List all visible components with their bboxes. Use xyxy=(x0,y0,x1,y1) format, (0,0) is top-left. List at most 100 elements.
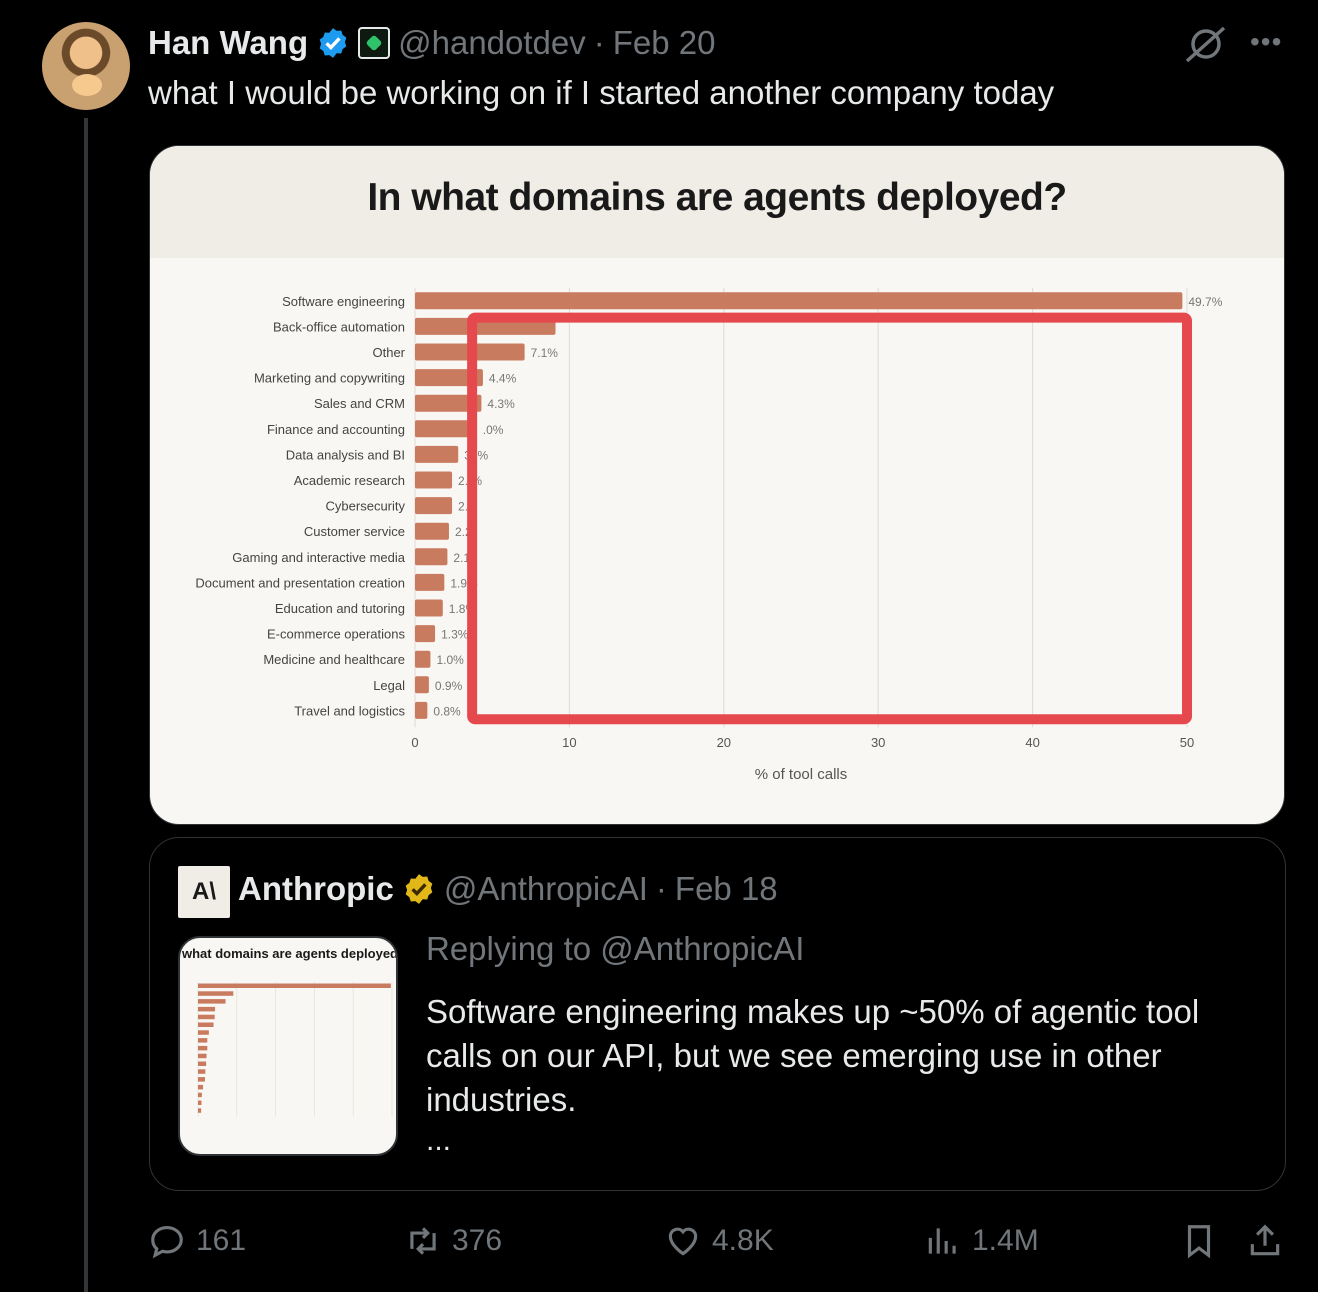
thumb-bar xyxy=(198,1045,208,1051)
grok-icon[interactable] xyxy=(1184,24,1228,64)
thread-line xyxy=(84,118,88,1292)
highlight-rectangle xyxy=(467,312,1192,725)
anthropic-logo-icon[interactable]: A\ xyxy=(178,866,230,918)
tweet-date[interactable]: Feb 20 xyxy=(613,24,716,62)
thumb-bar xyxy=(198,983,391,988)
verified-badge-icon[interactable] xyxy=(316,26,350,60)
category-label: Sales and CRM xyxy=(314,396,405,411)
bar xyxy=(415,497,453,515)
data-label: 4.3% xyxy=(487,397,515,411)
data-label: 1.3% xyxy=(441,628,469,642)
x-tick-label: 30 xyxy=(871,735,885,750)
bar xyxy=(415,676,429,694)
category-label: Gaming and interactive media xyxy=(232,550,405,565)
like-button[interactable]: 4.8K xyxy=(664,1222,774,1260)
category-label: Legal xyxy=(373,678,405,693)
quote-author-name[interactable]: Anthropic xyxy=(238,870,394,908)
bar xyxy=(415,701,428,719)
bar-chart: 0 10 20 30 40 50 Software engineering 49.7% Back… xyxy=(195,288,1223,783)
like-count: 4.8K xyxy=(712,1224,774,1257)
thumb-bar xyxy=(198,1084,204,1090)
quote-thumbnail[interactable]: what domains are agents deployed xyxy=(178,936,398,1156)
avatar-face xyxy=(72,74,102,96)
category-label: Finance and accounting xyxy=(267,422,405,437)
more-icon[interactable]: ••• xyxy=(1250,26,1282,58)
category-label: E-commerce operations xyxy=(267,627,405,642)
repost-icon xyxy=(410,1227,436,1255)
data-label: 49.7% xyxy=(1188,295,1222,309)
views-button[interactable]: 1.4M xyxy=(924,1222,1039,1260)
thumbnail-title: what domains are agents deployed xyxy=(182,946,398,961)
quote-header: Anthropic @AnthropicAI · Feb 18 xyxy=(238,870,778,908)
thumb-bar xyxy=(198,991,234,996)
data-label: 7.1% xyxy=(531,346,559,360)
category-label: Document and presentation creation xyxy=(195,575,405,590)
thumb-bar xyxy=(198,1053,207,1059)
thumb-bar xyxy=(198,1077,205,1082)
gold-verified-badge-icon[interactable] xyxy=(402,872,436,906)
reply-count: 161 xyxy=(196,1224,247,1257)
reply-icon xyxy=(151,1225,183,1259)
bar xyxy=(415,573,445,591)
chart-title: In what domains are agents deployed? xyxy=(367,176,1067,219)
data-label: 1.0% xyxy=(436,653,464,667)
bar xyxy=(415,625,436,643)
thumb-bar xyxy=(198,1022,214,1027)
category-label: Marketing and copywriting xyxy=(254,371,405,386)
category-label: Travel and logistics xyxy=(294,703,405,718)
category-label: Software engineering xyxy=(282,294,405,309)
thumbnail-chart xyxy=(197,982,393,1117)
share-icon[interactable] xyxy=(1246,1222,1284,1260)
x-tick-label: 10 xyxy=(562,735,576,750)
repost-count: 376 xyxy=(452,1224,503,1257)
thumb-bar xyxy=(198,1100,202,1105)
thumb-bar xyxy=(198,1069,206,1074)
views-icon xyxy=(928,1228,956,1254)
x-axis-label: % of tool calls xyxy=(755,766,848,783)
repost-button[interactable]: 376 xyxy=(404,1222,502,1260)
category-label: Customer service xyxy=(304,524,405,539)
bookmark-icon[interactable] xyxy=(1180,1222,1218,1260)
quote-separator: · xyxy=(655,870,667,907)
x-tick-label: 0 xyxy=(411,735,418,750)
category-label: Data analysis and BI xyxy=(286,447,405,462)
thumb-bar xyxy=(198,1061,207,1066)
author-name[interactable]: Han Wang xyxy=(148,24,308,62)
heart-icon xyxy=(668,1227,698,1256)
avatar[interactable] xyxy=(42,22,130,110)
thumb-bar xyxy=(198,1108,202,1113)
author-handle[interactable]: @handotdev xyxy=(398,24,586,62)
header-separator: · xyxy=(593,24,605,61)
replying-to: Replying to @AnthropicAI xyxy=(426,930,805,967)
bar xyxy=(415,522,449,540)
tweet-header: Han Wang @handotdev · Feb 20 xyxy=(148,22,716,64)
category-label: Back-office automation xyxy=(273,319,405,334)
x-tick-label: 40 xyxy=(1025,735,1039,750)
action-bar: 161 376 4.8K 1.4M xyxy=(148,1222,1286,1262)
data-label: .0% xyxy=(483,423,504,437)
quote-ellipsis: ... xyxy=(426,1124,452,1157)
bar xyxy=(415,599,443,617)
thumb-bar xyxy=(198,1030,209,1035)
quoted-tweet[interactable]: A\ Anthropic @AnthropicAI · Feb 18 what … xyxy=(149,837,1286,1191)
thumb-bar xyxy=(198,1014,215,1020)
bar xyxy=(415,292,1183,310)
category-label: Other xyxy=(372,345,405,360)
bar xyxy=(415,471,453,489)
x-tick-label: 20 xyxy=(717,735,731,750)
thumb-bar xyxy=(198,1038,208,1043)
thumb-bar xyxy=(198,999,226,1004)
thumb-bar xyxy=(198,1006,216,1012)
affiliation-badge-icon[interactable] xyxy=(358,27,391,59)
x-tick-label: 50 xyxy=(1180,735,1194,750)
bar xyxy=(415,650,431,668)
reply-button[interactable]: 161 xyxy=(148,1222,246,1260)
quote-text: Software engineering makes up ~50% of ag… xyxy=(426,993,1200,1118)
media-image[interactable]: In what domains are agents deployed? 0 10… xyxy=(149,145,1285,825)
category-label: Cybersecurity xyxy=(326,499,406,514)
category-label: Education and tutoring xyxy=(275,601,405,616)
quote-handle[interactable]: @AnthropicAI xyxy=(444,870,648,908)
quote-date[interactable]: Feb 18 xyxy=(675,870,778,908)
bar xyxy=(415,548,448,566)
tweet-text: what I would be working on if I started … xyxy=(148,74,1055,111)
